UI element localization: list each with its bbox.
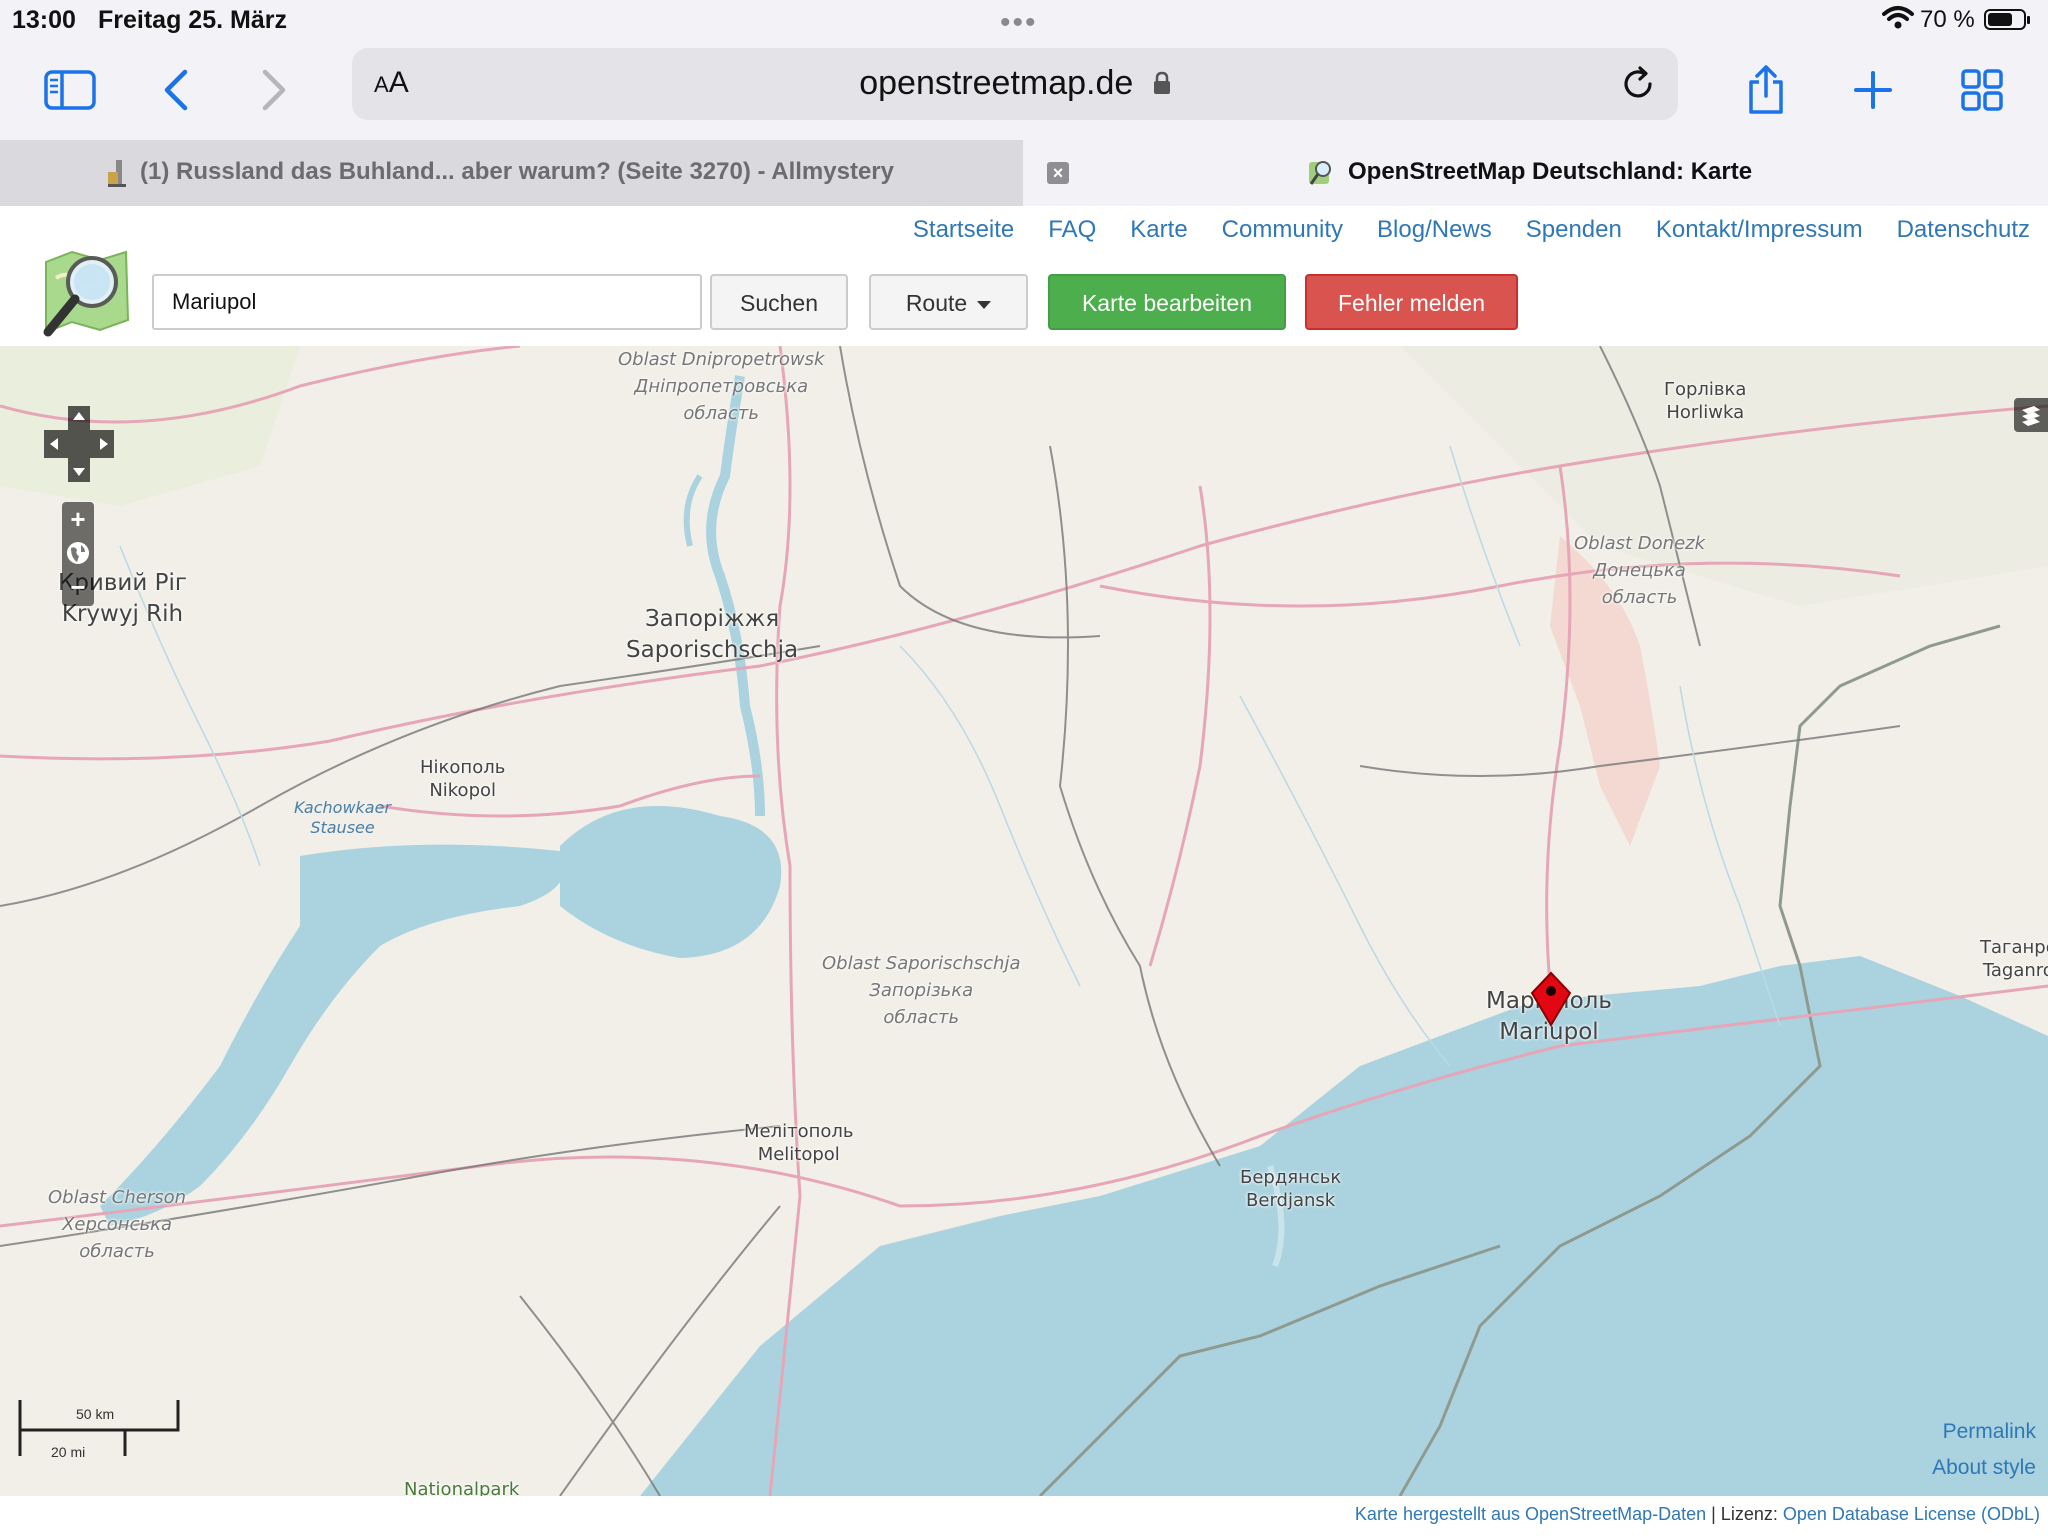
osm-logo-icon[interactable] xyxy=(38,248,134,340)
browser-toolbar: AA openstreetmap.de xyxy=(0,40,2048,140)
zoom-in-button[interactable]: + xyxy=(62,502,94,536)
label-oblast-donezk: Oblast Donezk Донецька область xyxy=(1574,533,1706,608)
globe-icon[interactable] xyxy=(62,536,94,570)
label-oblast-dnipropetrowsk: Oblast Dnipropetrowsk Дніпропетровська обл… xyxy=(618,349,825,424)
osm-data-link[interactable]: Karte hergestellt aus OpenStreetMap-Date… xyxy=(1355,1504,1706,1524)
nav-faq[interactable]: FAQ xyxy=(1048,216,1096,244)
search-input[interactable] xyxy=(152,274,702,330)
permalink-link[interactable]: Permalink xyxy=(1943,1420,2036,1444)
address-bar[interactable]: AA openstreetmap.de xyxy=(352,48,1678,120)
map-canvas[interactable]: Oblast Dnipropetrowsk Дніпропетровська обл… xyxy=(0,346,2048,1496)
layers-icon[interactable] xyxy=(2014,398,2048,432)
nav-karte[interactable]: Karte xyxy=(1130,216,1187,244)
allmystery-favicon-icon xyxy=(108,160,126,187)
url-text[interactable]: openstreetmap.de xyxy=(352,64,1678,103)
pan-control[interactable] xyxy=(44,406,114,482)
tab-bar: (1) Russland das Buhland... aber warum? … xyxy=(0,140,2048,206)
status-time: 13:00 xyxy=(12,6,76,34)
route-dropdown-button[interactable]: Route xyxy=(869,274,1028,330)
wifi-icon xyxy=(1882,6,1914,29)
zoom-out-button[interactable]: − xyxy=(62,570,94,604)
close-tab-icon[interactable]: × xyxy=(1047,162,1069,184)
tabs-overview-icon[interactable] xyxy=(1952,60,2012,120)
battery-percent: 70 % xyxy=(1920,6,1975,33)
label-nationalpark: Nationalpark xyxy=(404,1479,520,1496)
label-horlivka: Горлівка Horliwka xyxy=(1664,379,1747,423)
site-header: Startseite FAQ Karte Community Blog/News… xyxy=(0,206,2048,346)
zoom-control: + − xyxy=(62,502,94,606)
sidebar-icon[interactable] xyxy=(40,60,100,120)
attribution: Karte hergestellt aus OpenStreetMap-Date… xyxy=(1354,1504,2040,1524)
reload-icon[interactable] xyxy=(1618,64,1658,104)
nav-kontakt-impressum[interactable]: Kontakt/Impressum xyxy=(1656,216,1863,244)
label-oblast-saporischschja: Oblast Saporischschja Запорізька область xyxy=(822,953,1021,1028)
nav-community[interactable]: Community xyxy=(1222,216,1343,244)
about-style-link[interactable]: About style xyxy=(1932,1456,2036,1480)
location-marker-icon[interactable] xyxy=(1530,971,1572,1027)
chevron-down-icon xyxy=(977,300,992,309)
nav-blog-news[interactable]: Blog/News xyxy=(1377,216,1492,244)
nav-startseite[interactable]: Startseite xyxy=(913,216,1014,244)
label-oblast-cherson: Oblast Cherson Херсонська область xyxy=(48,1187,187,1262)
site-nav: Startseite FAQ Karte Community Blog/News… xyxy=(879,216,2030,244)
label-kachowkaer-stausee: Kachowkaer Stausee xyxy=(294,798,392,837)
label-berdyansk: Бердянськ Berdjansk xyxy=(1240,1167,1342,1211)
map-tiles xyxy=(0,346,2048,1496)
footer: Karte hergestellt aus OpenStreetMap-Date… xyxy=(0,1496,2048,1536)
report-error-button[interactable]: Fehler melden xyxy=(1305,274,1518,330)
back-icon[interactable] xyxy=(146,60,206,120)
lock-icon xyxy=(1153,71,1170,94)
status-date: Freitag 25. März xyxy=(98,6,287,34)
battery-icon xyxy=(1984,9,2030,30)
nav-datenschutz[interactable]: Datenschutz xyxy=(1897,216,2030,244)
odbl-license-link[interactable]: Open Database License (ODbL) xyxy=(1783,1504,2040,1524)
label-nikopol: Нікополь Nikopol xyxy=(420,757,506,801)
label-melitopol: Мелітополь Melitopol xyxy=(744,1121,854,1165)
tab-title: OpenStreetMap Deutschland: Karte xyxy=(1348,158,1753,185)
scale-imperial: 20 mi xyxy=(51,1444,86,1460)
edit-map-button[interactable]: Karte bearbeiten xyxy=(1048,274,1286,330)
tab-title: (1) Russland das Buhland... aber warum? … xyxy=(140,158,894,185)
label-taganrog: ТаганроTaganro xyxy=(1980,937,2048,981)
tab-openstreetmap[interactable]: × OpenStreetMap Deutschland: Karte xyxy=(1023,140,2048,206)
forward-icon[interactable] xyxy=(244,60,304,120)
multitasking-dots-icon[interactable]: ••• xyxy=(1000,6,1038,40)
status-bar: 13:00 Freitag 25. März ••• 70 % xyxy=(0,0,2048,40)
share-icon[interactable] xyxy=(1736,60,1796,120)
nav-spenden[interactable]: Spenden xyxy=(1526,216,1622,244)
tab-allmystery[interactable]: (1) Russland das Buhland... aber warum? … xyxy=(0,140,1023,206)
search-button[interactable]: Suchen xyxy=(710,274,848,330)
osm-favicon-icon xyxy=(1309,161,1331,185)
label-zaporizhzhia: Запоріжжя Saporischschja xyxy=(626,606,799,663)
scale-metric: 50 km xyxy=(76,1406,115,1422)
new-tab-icon[interactable] xyxy=(1843,60,1903,120)
scale-bar: 50 km 20 mi xyxy=(18,1396,183,1464)
